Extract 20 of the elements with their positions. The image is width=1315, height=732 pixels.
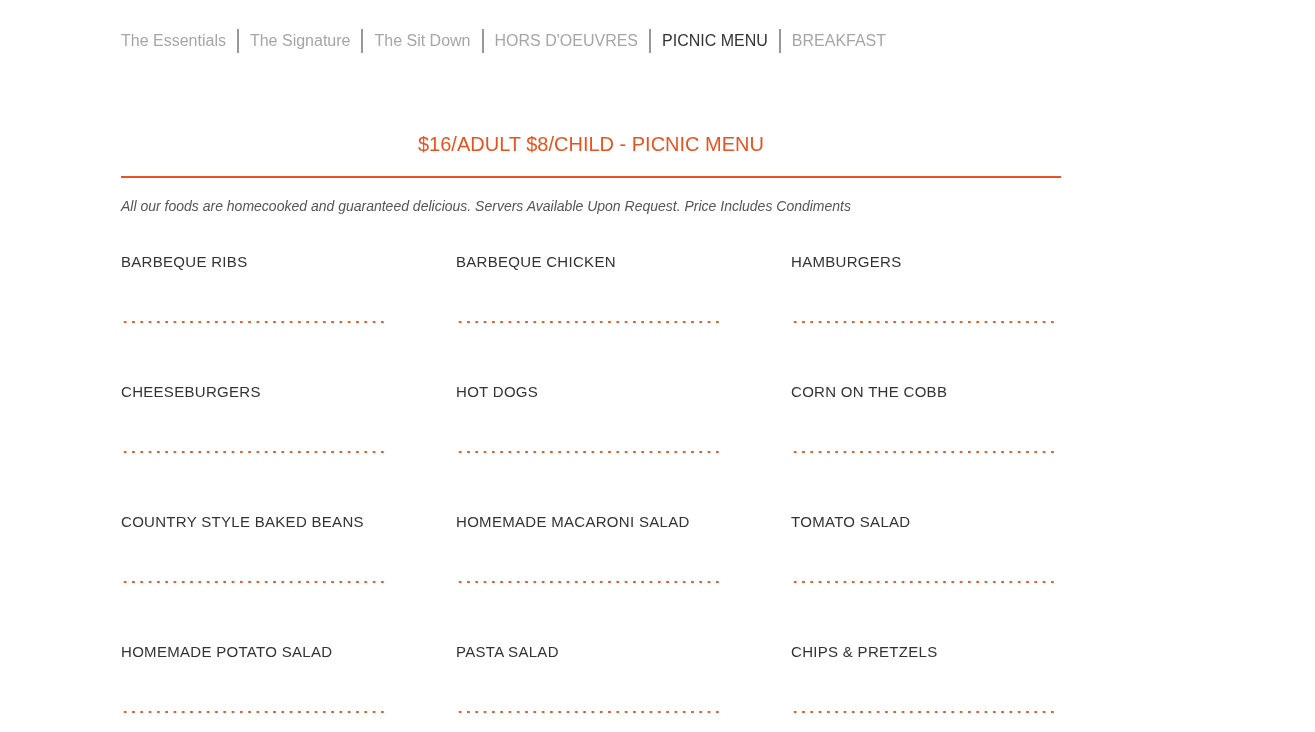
menu-tab[interactable]: BREAKFAST xyxy=(791,30,887,51)
menu-tab[interactable]: The Sit Down xyxy=(374,30,471,51)
menu-description: All our foods are homecooked and guaranteed delicious. Servers Available Upon Request. Price Includes Condiments xyxy=(121,197,852,216)
menu-item-name: HOMEMADE MACARONI SALAD xyxy=(456,512,690,532)
menu-item-name: HOT DOGS xyxy=(456,382,539,402)
menu-item-name: COUNTRY STYLE BAKED BEANS xyxy=(121,512,364,532)
menu-item-name: HOMEMADE POTATO SALAD xyxy=(121,642,333,662)
menu-item-name: BARBEQUE RIBS xyxy=(121,252,248,272)
menu-item-name: CHEESEBURGERS xyxy=(121,382,261,402)
menu-tab[interactable]: PICNIC MENU xyxy=(662,30,768,51)
menu-tab[interactable]: HORS D'OEUVRES xyxy=(494,30,639,51)
menu-item-name: CHIPS & PRETZELS xyxy=(791,642,938,662)
menu-item-name: PASTA SALAD xyxy=(456,642,559,662)
menu-item-name: HAMBURGERS xyxy=(791,252,902,272)
menu-tab[interactable]: The Signature xyxy=(249,30,351,51)
menu-item-name: BARBEQUE CHICKEN xyxy=(456,252,616,272)
menu-title: $16/ADULT $8/CHILD - PICNIC MENU xyxy=(417,132,765,156)
menu-item-name: TOMATO SALAD xyxy=(791,512,911,532)
menu-tab[interactable]: The Essentials xyxy=(121,30,226,51)
menu-item-name: CORN ON THE COBB xyxy=(791,382,948,402)
